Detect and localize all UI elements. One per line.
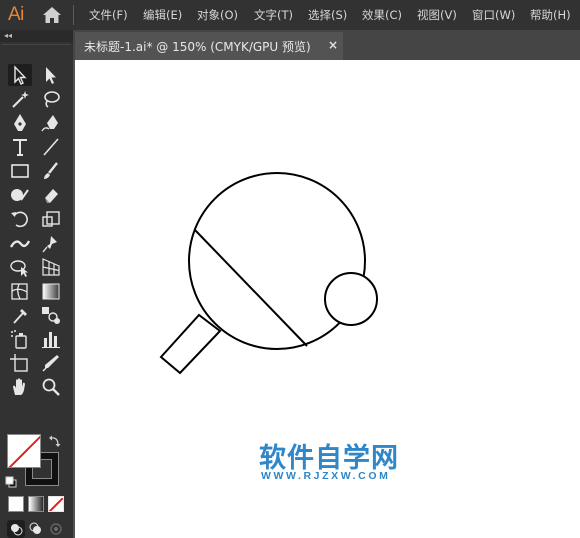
slice-tool-icon[interactable] (39, 352, 63, 374)
draw-behind-icon[interactable] (27, 520, 45, 538)
collapse-panel-icon[interactable]: ◂◂ (4, 31, 12, 40)
shaper-tool-icon[interactable] (8, 184, 32, 206)
rotate-tool-icon[interactable] (8, 208, 32, 230)
menu-type[interactable]: 文字(T) (254, 7, 293, 23)
lasso-tool-icon[interactable] (39, 88, 63, 110)
ball[interactable] (324, 272, 378, 326)
none-slash-icon (49, 497, 63, 511)
type-tool-icon[interactable] (8, 136, 32, 158)
gradient-button[interactable] (28, 496, 44, 512)
home-icon[interactable] (42, 6, 62, 24)
document-tab[interactable]: 未标题-1.ai* @ 150% (CMYK/GPU 预览) × (75, 32, 343, 60)
none-button[interactable] (48, 496, 64, 512)
menu-edit[interactable]: 编辑(E) (143, 7, 182, 23)
pen-tool-icon[interactable] (8, 112, 32, 134)
rectangle-tool-icon[interactable] (8, 160, 32, 182)
app-logo: Ai (8, 4, 24, 25)
eyedropper-tool-icon[interactable] (8, 304, 32, 326)
symbol-sprayer-tool-icon[interactable] (8, 328, 32, 350)
menu-help[interactable]: 帮助(H) (530, 7, 571, 23)
fill-swatch[interactable] (7, 434, 41, 468)
draw-inside-icon[interactable] (47, 520, 65, 538)
zoom-tool-icon[interactable] (39, 376, 63, 398)
menu-effect[interactable]: 效果(C) (362, 7, 402, 23)
draw-normal-icon[interactable] (7, 520, 25, 538)
hand-tool-icon[interactable] (8, 376, 32, 398)
panel-header: ◂◂ (0, 30, 73, 42)
swap-fill-stroke-icon[interactable] (48, 434, 62, 448)
shape-builder-tool-icon[interactable] (8, 256, 32, 278)
line-segment-tool-icon[interactable] (39, 136, 63, 158)
direct-selection-tool-icon[interactable] (39, 64, 63, 86)
perspective-grid-tool-icon[interactable] (39, 256, 63, 278)
close-icon[interactable]: × (328, 38, 338, 52)
document-tab-title: 未标题-1.ai* @ 150% (CMYK/GPU 预览) (84, 40, 311, 54)
menu-separator (73, 5, 74, 25)
puppet-warp-tool-icon[interactable] (39, 232, 63, 254)
eraser-tool-icon[interactable] (39, 184, 63, 206)
paddle-handle[interactable] (159, 313, 222, 375)
menu-select[interactable]: 选择(S) (308, 7, 347, 23)
watermark-url: WWW.RJZXW.COM (261, 470, 391, 482)
width-tool-icon[interactable] (8, 232, 32, 254)
menu-object[interactable]: 对象(O) (197, 7, 238, 23)
curvature-tool-icon[interactable] (39, 112, 63, 134)
color-button[interactable] (8, 496, 24, 512)
selection-tool-icon[interactable] (8, 64, 32, 86)
column-graph-tool-icon[interactable] (39, 328, 63, 350)
paintbrush-tool-icon[interactable] (39, 160, 63, 182)
tools-panel: ◂◂ (0, 30, 73, 538)
none-fill-slash-icon (8, 435, 40, 467)
menu-window[interactable]: 窗口(W) (472, 7, 515, 23)
blend-tool-icon[interactable] (39, 304, 63, 326)
artboard-tool-icon[interactable] (8, 352, 32, 374)
gradient-tool-icon[interactable] (39, 280, 63, 302)
menu-view[interactable]: 视图(V) (417, 7, 457, 23)
panel-divider (2, 44, 71, 45)
scale-tool-icon[interactable] (39, 208, 63, 230)
default-fill-stroke-icon[interactable] (5, 476, 17, 488)
menu-file[interactable]: 文件(F) (89, 7, 128, 23)
magic-wand-tool-icon[interactable] (8, 88, 32, 110)
mesh-tool-icon[interactable] (8, 280, 32, 302)
menu-bar: Ai 文件(F) 编辑(E) 对象(O) 文字(T) 选择(S) 效果(C) 视… (0, 0, 580, 30)
artboard-canvas[interactable]: 软件自学网 WWW.RJZXW.COM (75, 60, 580, 538)
